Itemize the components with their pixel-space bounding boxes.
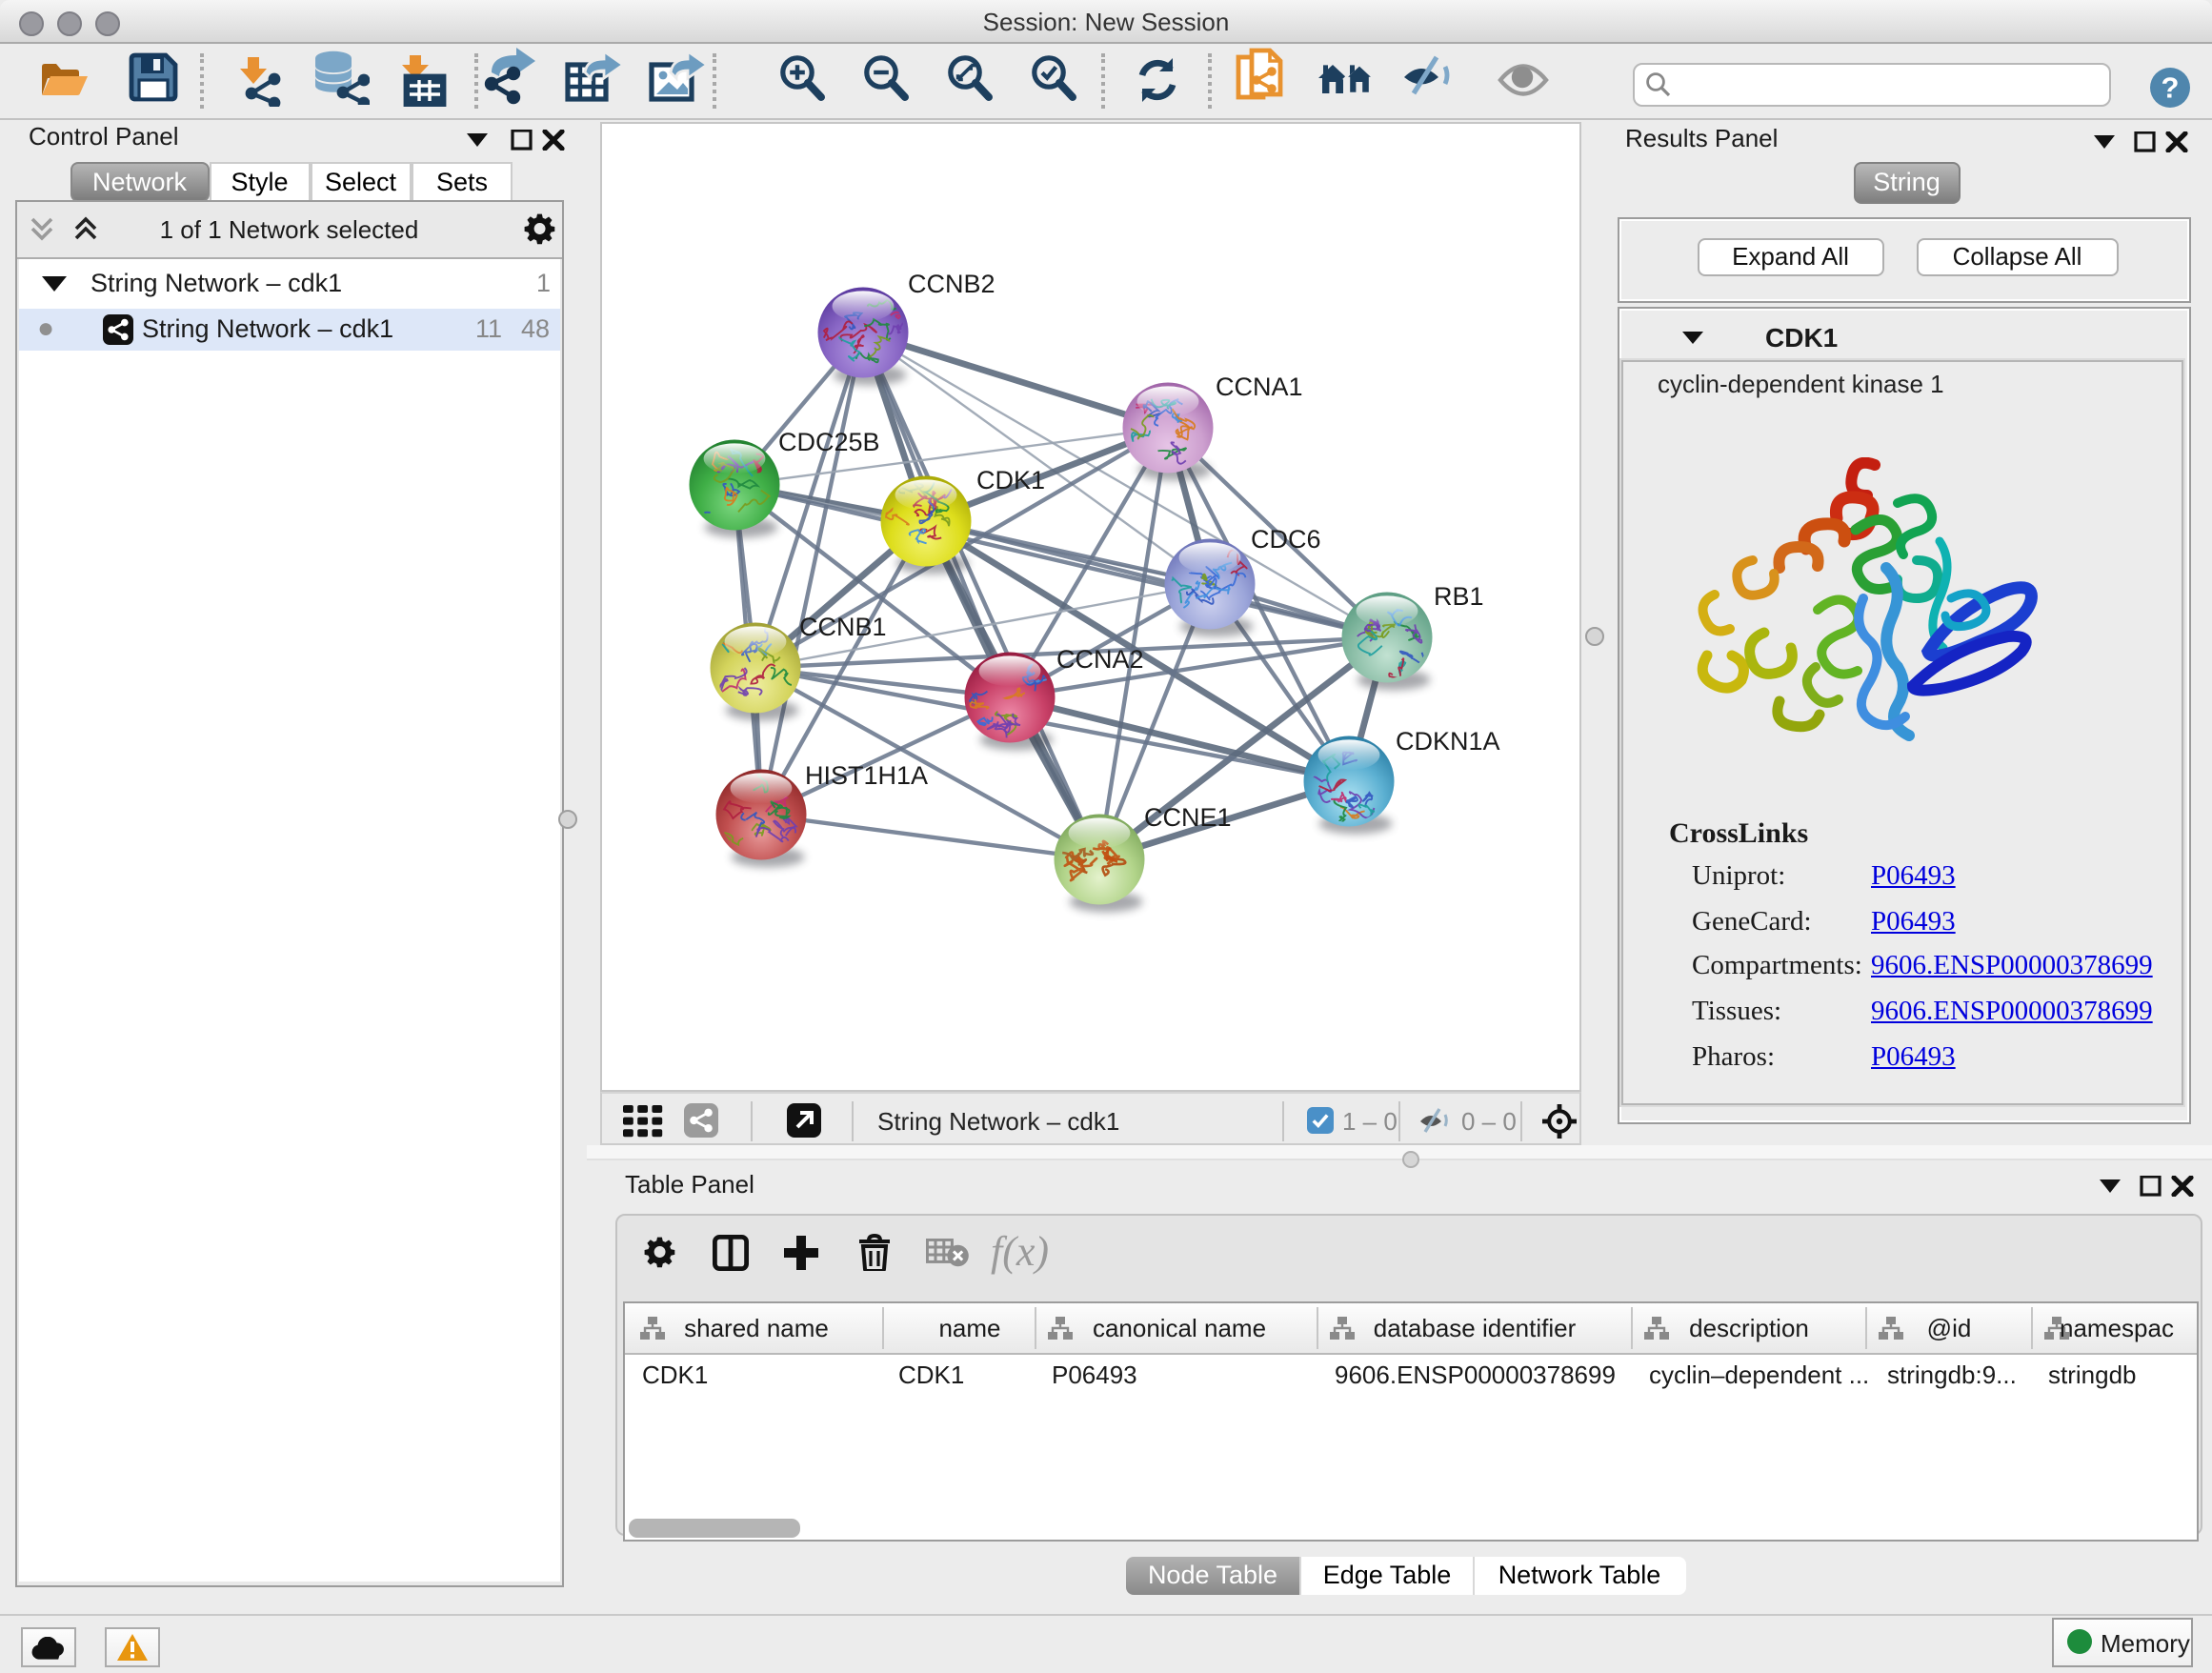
svg-text:canonical name: canonical name xyxy=(1093,1313,1266,1341)
svg-text:?: ? xyxy=(2161,70,2179,103)
svg-text:@id: @id xyxy=(1927,1313,1972,1341)
svg-text:CDK1: CDK1 xyxy=(975,466,1044,494)
svg-text:name: name xyxy=(938,1313,1000,1341)
svg-text:CCNA2: CCNA2 xyxy=(1056,645,1143,674)
svg-text:namespac: namespac xyxy=(2060,1313,2174,1341)
svg-text:CDC6: CDC6 xyxy=(1250,525,1320,554)
svg-text:CCNB2: CCNB2 xyxy=(907,270,995,298)
svg-text:database identifier: database identifier xyxy=(1374,1313,1577,1341)
svg-text:CCNB1: CCNB1 xyxy=(798,613,886,641)
svg-text:shared name: shared name xyxy=(684,1313,829,1341)
svg-text:HIST1H1A: HIST1H1A xyxy=(804,761,927,790)
svg-text:RB1: RB1 xyxy=(1433,582,1483,611)
svg-text:description: description xyxy=(1689,1313,1809,1341)
svg-text:CDKN1A: CDKN1A xyxy=(1395,727,1499,756)
svg-text:CCNA1: CCNA1 xyxy=(1215,373,1302,401)
svg-text:CDC25B: CDC25B xyxy=(777,428,879,456)
svg-text:CCNE1: CCNE1 xyxy=(1143,803,1231,832)
